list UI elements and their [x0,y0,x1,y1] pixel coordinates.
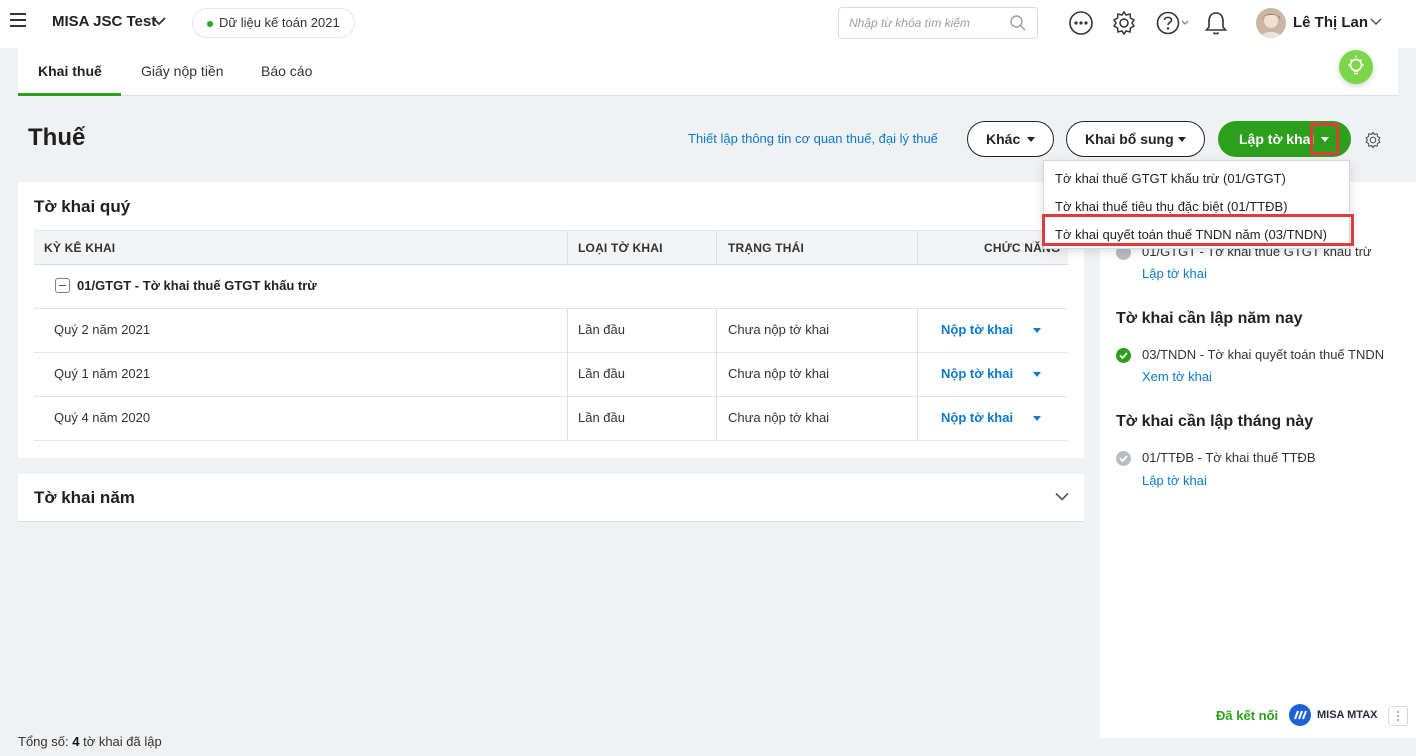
help-icon[interactable] [1156,10,1190,36]
group-row: 01/GTGT - Tờ khai thuế GTGT khấu trừ [34,265,1068,309]
submit-declaration-link[interactable]: Nộp tờ khai [941,322,1013,337]
search-input[interactable] [839,8,1009,38]
column-period: KỲ KÊ KHAI [44,241,116,255]
chevron-down-icon[interactable] [152,16,166,26]
menu-icon[interactable] [10,12,30,34]
total-count: 4 [72,734,80,749]
quarterly-title: Tờ khai quý [34,197,131,216]
row-period: Quý 1 năm 2021 [54,366,151,381]
user-name[interactable]: Lê Thị Lan [1293,14,1368,31]
create-declaration-label: Lập tờ khai [1239,131,1315,147]
row-period: Quý 4 năm 2020 [54,410,151,425]
submit-declaration-link[interactable]: Nộp tờ khai [941,410,1013,425]
table-row: Quý 1 năm 2021 Lần đầu Chưa nộp tờ khai … [34,353,1068,397]
tab-bao-cao[interactable]: Báo cáo [261,63,312,79]
menu-item-01-ttdb[interactable]: Tờ khai thuế tiêu thụ đặc biệt (01/TTĐB) [1055,199,1288,214]
search-box [838,7,1038,39]
total-suffix: tờ khai đã lập [83,734,162,749]
highlight-box [1042,214,1354,246]
chevron-down-icon[interactable] [1370,17,1382,26]
column-divider [567,353,568,397]
tab-khai-thue[interactable]: Khai thuế [38,63,102,79]
panel-item: 03/TNDN - Tờ khai quyết toán thuế TNDN [1142,347,1385,362]
table-header: KỲ KÊ KHAI LOẠI TỜ KHAI TRẠNG THÁI CHỨC … [34,230,1068,266]
create-declaration-link[interactable]: Lập tờ khai [1142,473,1207,488]
right-panel: 01/GTGT - Tờ khai thuế GTGT khấu trừ Lập… [1100,182,1416,738]
column-divider [917,309,918,353]
caret-down-icon [1027,137,1035,142]
column-divider [917,397,918,441]
caret-down-icon [1178,137,1186,142]
row-type: Lần đầu [578,410,625,425]
bell-icon[interactable] [1203,10,1229,36]
gear-icon[interactable] [1111,10,1137,36]
chevron-down-icon[interactable] [1055,492,1069,501]
settings-gear-icon[interactable] [1364,131,1382,149]
caret-down-icon[interactable] [1033,372,1041,377]
search-icon[interactable] [1009,14,1027,32]
status-dot-icon [207,21,213,27]
connection-status: Đã kết nối [1216,708,1279,723]
yearly-card[interactable]: Tờ khai năm [18,474,1084,522]
avatar[interactable] [1256,8,1286,38]
tab-bar: Khai thuế Giấy nộp tiền Báo cáo [18,48,1398,96]
section-title-year: Tờ khai cần lập năm nay [1116,310,1303,327]
row-type: Lần đầu [578,322,625,337]
data-year-label: Dữ liệu kế toán 2021 [219,15,340,30]
column-divider [567,309,568,353]
lightbulb-icon[interactable] [1339,50,1373,84]
create-declaration-dropdown-toggle[interactable] [1310,123,1339,155]
row-status: Chưa nộp tờ khai [728,410,830,425]
other-button[interactable]: Khác [967,121,1054,157]
column-divider [716,309,717,353]
collapse-icon[interactable] [55,278,70,293]
mtax-brand: MISA MTAX [1317,709,1378,721]
view-declaration-link[interactable]: Xem tờ khai [1142,369,1212,384]
column-divider [716,397,717,441]
caret-down-icon[interactable] [1033,416,1041,421]
top-bar: MISA JSC Test Dữ liệu kế toán 2021 Lê Th… [0,0,1416,48]
tab-giay-nop-tien[interactable]: Giấy nộp tiền [141,63,224,79]
company-name[interactable]: MISA JSC Test [52,13,156,30]
group-label: 01/GTGT - Tờ khai thuế GTGT khấu trừ [77,278,317,293]
column-divider [716,353,717,397]
column-status: TRẠNG THÁI [728,241,804,255]
section-title-month: Tờ khai cần lập tháng này [1116,413,1314,430]
active-tab-indicator [18,93,121,96]
supplement-button[interactable]: Khai bổ sung [1066,121,1205,157]
row-type: Lần đầu [578,366,625,381]
data-year-selector[interactable]: Dữ liệu kế toán 2021 [192,8,355,38]
create-declaration-link[interactable]: Lập tờ khai [1142,266,1207,281]
column-type: LOẠI TỜ KHAI [578,241,663,255]
page-title: Thuế [28,124,86,151]
more-vertical-icon[interactable] [1388,706,1408,726]
mtax-logo-icon [1289,704,1311,726]
column-divider [567,231,568,266]
column-divider [567,397,568,441]
row-period: Quý 2 năm 2021 [54,322,151,337]
yearly-title: Tờ khai năm [34,488,135,507]
row-status: Chưa nộp tờ khai [728,366,830,381]
row-status: Chưa nộp tờ khai [728,322,830,337]
caret-down-icon[interactable] [1033,328,1041,333]
supplement-button-label: Khai bổ sung [1085,131,1174,147]
column-divider [917,353,918,397]
tax-office-setup-link[interactable]: Thiết lập thông tin cơ quan thuế, đại lý… [688,131,938,146]
other-button-label: Khác [986,131,1021,147]
column-divider [716,231,717,266]
more-options-icon[interactable] [1068,10,1094,36]
submit-declaration-link[interactable]: Nộp tờ khai [941,366,1013,381]
total-summary: Tổng số: 4 tờ khai đã lập [18,734,162,749]
panel-item: 01/TTĐB - Tờ khai thuế TTĐB [1142,450,1316,465]
total-prefix: Tổng số: [18,734,69,749]
check-circle-icon [1116,348,1131,363]
pending-status-icon [1116,451,1131,466]
table-row: Quý 4 năm 2020 Lần đầu Chưa nộp tờ khai … [34,397,1068,441]
table-row: Quý 2 năm 2021 Lần đầu Chưa nộp tờ khai … [34,309,1068,353]
column-divider [917,231,918,266]
caret-down-icon [1321,137,1329,142]
menu-item-01-gtgt[interactable]: Tờ khai thuế GTGT khấu trừ (01/GTGT) [1055,171,1286,186]
